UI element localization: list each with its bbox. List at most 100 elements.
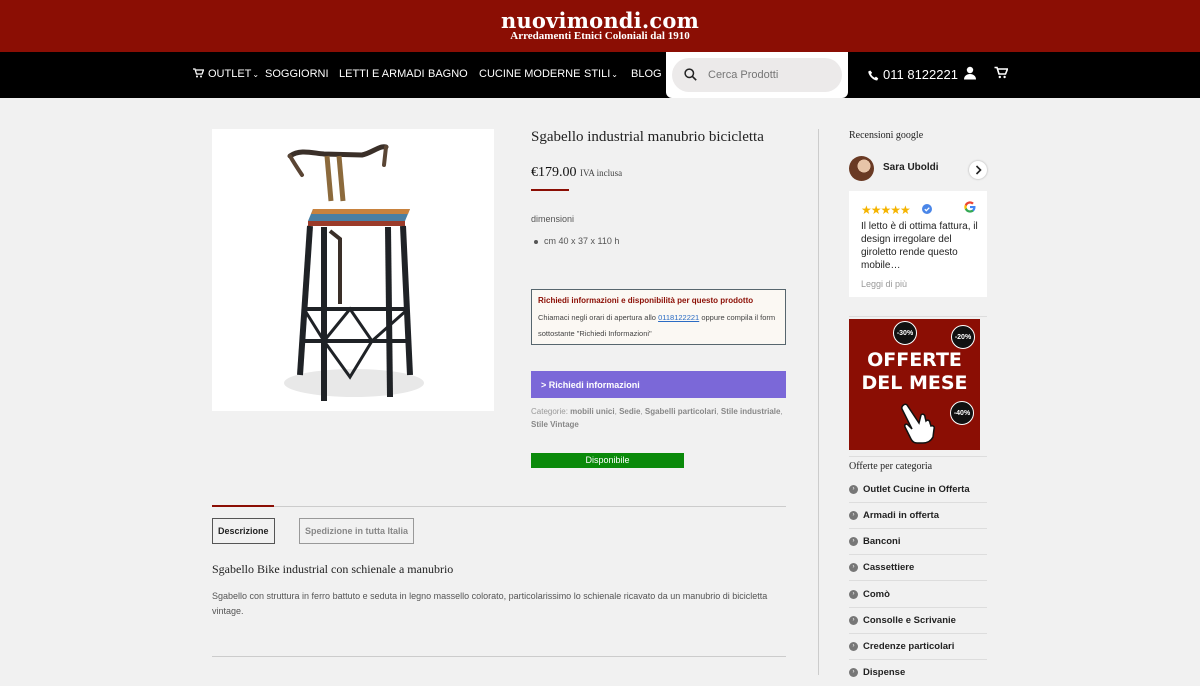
info-text: Chiamaci negli orari di apertura allo 01… [538,310,779,342]
category-label: Comò [863,589,890,600]
request-info-button[interactable]: > Richiedi informazioni [531,371,786,398]
tab-descrizione[interactable]: Descrizione [212,518,275,544]
nav-item-letti-e-armadi[interactable]: LETTI E ARMADI [339,68,425,80]
categories-label: Categorie: [531,407,568,416]
tabs-divider [212,506,786,507]
nav-item-stili[interactable]: STILI⌄ [584,68,618,80]
info-box: Richiedi informazioni e disponibilità pe… [531,289,786,345]
promo-line-1: OFFERTE [867,349,962,371]
pointing-hand-icon [901,403,935,444]
category-label: Dispense [863,667,906,678]
price-divider [531,189,569,191]
read-more-link[interactable]: Leggi di più [861,279,907,289]
search-icon[interactable] [684,68,697,81]
review-card: ★★★★★ Il letto è di ottima fattura, il d… [849,191,987,297]
nav-item-soggiorni[interactable]: SOGGIORNI [265,68,329,80]
sidebar-item-category[interactable]: › Comò [849,582,987,608]
discount-badge: -40% [950,401,974,425]
dimensions-label: dimensioni [531,214,575,224]
stool-illustration [284,144,424,401]
tab-spedizione[interactable]: Spedizione in tutta Italia [299,518,415,544]
category-link[interactable]: Stile Vintage [531,420,579,429]
sidebar-item-category[interactable]: › Banconi [849,529,987,555]
category-link[interactable]: Sedie [619,407,640,416]
next-review-button[interactable] [969,161,987,179]
info-phone-link[interactable]: 0118122221 [658,313,699,322]
nav-label-stili: STILI [584,68,611,80]
product-price: €179.00 IVA inclusa [531,165,622,181]
sidebar-item-category[interactable]: › Outlet Cucine in Offerta [849,477,987,503]
nav-item-blog[interactable]: BLOG [631,68,662,80]
category-link[interactable]: Sgabelli particolari [645,407,717,416]
price-value: €179.00 [531,165,577,180]
chevron-down-icon: ⌄ [252,70,260,79]
chevron-right-icon: › [849,590,858,599]
nav-item-cucine-moderne[interactable]: CUCINE MODERNE [479,68,580,80]
chevron-right-icon: › [849,642,858,651]
sidebar-item-category[interactable]: › Credenze particolari [849,634,987,660]
sidebar-rule [849,316,987,317]
product-image[interactable] [212,129,494,411]
discount-badge: -20% [951,325,975,349]
search-panel [666,52,848,98]
category-label: Consolle e Scrivanie [863,615,956,626]
category-link[interactable]: Stile industriale [721,407,781,416]
description-title: Sgabello Bike industrial con schienale a… [212,562,454,576]
category-label: Outlet Cucine in Offerta [863,484,970,495]
google-icon [964,201,976,213]
chevron-right-icon: › [849,511,858,520]
product-title: Sgabello industrial manubrio bicicletta [531,129,764,145]
sidebar-item-category[interactable]: › Armadi in offerta [849,503,987,529]
active-tab-indicator [212,505,274,507]
category-link[interactable]: mobili unici [570,407,614,416]
availability-badge: Disponibile [531,453,684,468]
nav-label-outlet: OUTLET [208,68,252,80]
phone-link[interactable]: 011 8122221 [868,67,958,82]
phone-icon [868,70,879,81]
phone-number: 011 8122221 [883,67,958,82]
sidebar-item-category[interactable]: › Cassettiere [849,555,987,581]
nav-item-bagno[interactable]: BAGNO [428,68,468,80]
dimensions-value: cm 40 x 37 x 110 h [533,236,620,246]
cart-icon [193,68,204,78]
site-header: nuovimondi.com Arredamenti Etnici Coloni… [0,0,1200,52]
promo-line-2: DEL MESE [861,372,968,394]
star-rating: ★★★★★ [861,203,911,217]
cart-icon[interactable] [994,66,1008,79]
offers-heading: Offerte per categoria [849,461,933,472]
discount-badge: -30% [893,321,917,345]
reviewer-name: Sara Uboldi [883,162,939,173]
category-label: Cassettiere [863,562,915,573]
review-text: Il letto è di ottima fattura, il design … [861,221,978,271]
sidebar-rule [849,456,987,457]
content-divider [212,656,786,657]
price-note: IVA inclusa [580,168,623,178]
description-text: Sgabello con struttura in ferro battuto … [212,591,768,616]
sidebar-item-category[interactable]: › Consolle e Scrivanie [849,608,987,634]
site-tagline: Arredamenti Etnici Coloniali dal 1910 [510,30,690,42]
chevron-right-icon: › [849,537,858,546]
verified-icon [922,204,932,214]
monthly-offers-banner[interactable]: -30% -20% -40% OFFERTE DEL MESE [849,319,980,450]
product-categories: Categorie: mobili unici, Sedie, Sgabelli… [531,407,783,429]
reviews-heading: Recensioni google [849,130,924,141]
chevron-down-icon: ⌄ [611,70,618,79]
sidebar-item-category[interactable]: › Dispense [849,660,987,686]
chevron-right-icon: › [849,563,858,572]
chevron-right-icon [975,165,982,175]
search-input[interactable] [708,66,836,84]
chevron-right-icon: › [849,616,858,625]
chevron-right-icon: › [849,668,858,677]
info-heading: Richiedi informazioni e disponibilità pe… [538,296,754,305]
promo-text: OFFERTE DEL MESE [849,349,980,395]
search-box [672,58,842,92]
chevron-right-icon: › [849,485,858,494]
nav-item-outlet[interactable]: OUTLET⌄ [193,68,259,80]
category-label: Credenze particolari [863,641,955,652]
avatar [849,156,874,181]
user-icon[interactable] [963,66,977,80]
sidebar-divider [818,129,819,675]
category-label: Banconi [863,536,901,547]
main-nav: OUTLET⌄ SOGGIORNI LETTI E ARMADI BAGNO C… [0,52,1200,98]
info-text-before: Chiamaci negli orari di apertura allo [538,313,656,322]
